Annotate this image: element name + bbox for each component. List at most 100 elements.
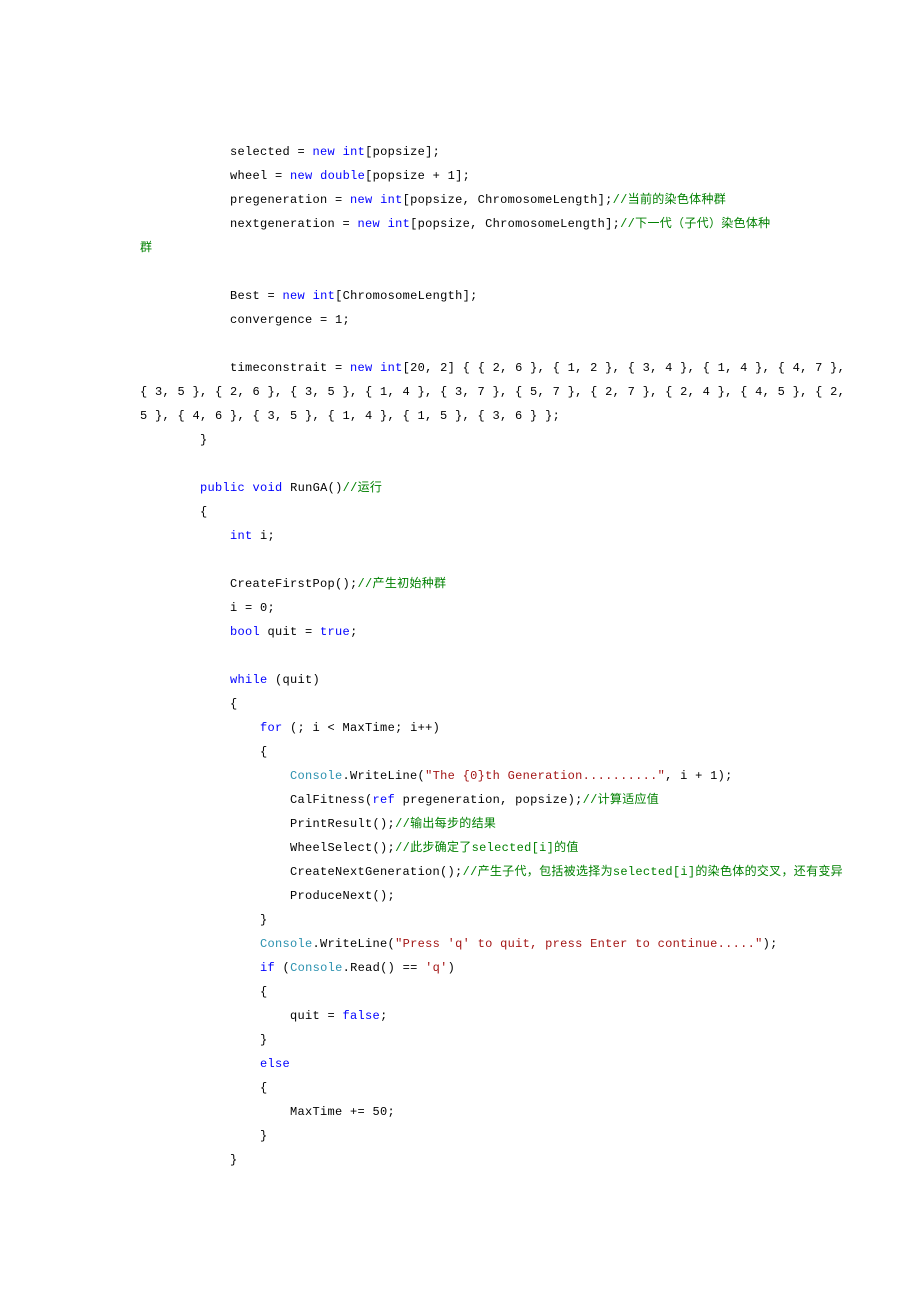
keyword-new: new	[313, 145, 336, 159]
code-text: }	[140, 1153, 238, 1167]
code-block-wrapped: CreateNextGeneration();//产生子代，包括被选择为sele…	[0, 860, 920, 884]
code-text	[140, 937, 260, 951]
keyword-void: void	[253, 481, 283, 495]
code-text: }	[140, 1033, 268, 1047]
code-text: }	[140, 433, 208, 447]
keyword-int: int	[343, 145, 366, 159]
code-text: {	[140, 697, 238, 711]
code-text: CreateFirstPop();	[140, 577, 358, 591]
code-text: (; i < MaxTime; i++)	[283, 721, 441, 735]
code-text	[373, 361, 381, 375]
code-text: pregeneration, popsize);	[395, 793, 583, 807]
keyword-else: else	[260, 1057, 290, 1071]
code-text	[313, 169, 321, 183]
code-text: }	[140, 1129, 268, 1143]
keyword-int: int	[388, 217, 411, 231]
code-block: selected = new int[popsize]; wheel = new…	[0, 140, 920, 356]
code-text	[305, 289, 313, 303]
code-text: i = 0;	[140, 601, 275, 615]
code-block: ProduceNext(); } Console.WriteLine("Pres…	[0, 884, 920, 1172]
code-text: .WriteLine(	[313, 937, 396, 951]
code-text: [popsize, ChromosomeLength];	[410, 217, 620, 231]
code-text: [popsize];	[365, 145, 440, 159]
code-text	[140, 769, 290, 783]
keyword-int: int	[230, 529, 253, 543]
code-text: selected =	[140, 145, 313, 159]
code-text: (	[275, 961, 290, 975]
code-text: CreateNextGeneration();	[140, 865, 463, 879]
keyword-new: new	[358, 217, 381, 231]
code-text: MaxTime += 50;	[140, 1105, 395, 1119]
code-text: PrintResult();	[140, 817, 395, 831]
keyword-ref: ref	[373, 793, 396, 807]
code-text: {	[140, 1081, 268, 1095]
keyword-if: if	[260, 961, 275, 975]
keyword-new: new	[350, 193, 373, 207]
keyword-int: int	[380, 193, 403, 207]
document-page: selected = new int[popsize]; wheel = new…	[0, 0, 920, 1302]
code-text: CalFitness(	[140, 793, 373, 807]
code-text: ;	[380, 1009, 388, 1023]
code-text: {	[140, 505, 208, 519]
code-text: pregeneration =	[140, 193, 350, 207]
blank-line	[140, 337, 148, 351]
code-text: Best =	[140, 289, 283, 303]
code-text: convergence = 1;	[140, 313, 350, 327]
code-text: WheelSelect();	[140, 841, 395, 855]
comment: //当前的染色体种群	[613, 193, 726, 207]
comment: //计算适应值	[583, 793, 660, 807]
keyword-bool: bool	[230, 625, 260, 639]
code-text	[140, 961, 260, 975]
code-text: timeconstrait =	[140, 361, 350, 375]
keyword-false: false	[343, 1009, 381, 1023]
code-text: ProduceNext();	[140, 889, 395, 903]
keyword-for: for	[260, 721, 283, 735]
code-text: .Read() ==	[343, 961, 426, 975]
code-text	[380, 217, 388, 231]
keyword-public: public	[200, 481, 245, 495]
code-text: [popsize + 1];	[365, 169, 470, 183]
code-text: {	[140, 985, 268, 999]
code-text	[140, 673, 230, 687]
comment: //输出每步的结果	[395, 817, 496, 831]
code-text	[140, 481, 200, 495]
type-console: Console	[290, 961, 343, 975]
code-text: quit =	[260, 625, 320, 639]
blank-line	[140, 649, 148, 663]
code-text	[245, 481, 253, 495]
keyword-int: int	[313, 289, 336, 303]
code-text: wheel =	[140, 169, 290, 183]
string-literal: "The {0}th Generation.........."	[425, 769, 665, 783]
type-console: Console	[260, 937, 313, 951]
code-text: i;	[253, 529, 276, 543]
code-text	[335, 145, 343, 159]
char-literal: 'q'	[425, 961, 448, 975]
keyword-true: true	[320, 625, 350, 639]
code-text: RunGA()	[283, 481, 343, 495]
code-text: {	[140, 745, 268, 759]
comment: //产生初始种群	[358, 577, 447, 591]
code-text: (quit)	[268, 673, 321, 687]
code-text: quit =	[140, 1009, 343, 1023]
code-text: }	[140, 913, 268, 927]
comment: //运行	[343, 481, 383, 495]
code-text	[373, 193, 381, 207]
code-text	[140, 529, 230, 543]
keyword-new: new	[283, 289, 306, 303]
code-text: nextgeneration =	[140, 217, 358, 231]
comment: //产生子代，包括被选择为selected[i]的染色体的交叉，还有变异	[463, 865, 843, 879]
string-literal: "Press 'q' to quit, press Enter to conti…	[395, 937, 763, 951]
comment: //此步确定了selected[i]的值	[395, 841, 579, 855]
blank-line	[140, 265, 148, 279]
code-text: );	[763, 937, 778, 951]
code-block: } public void RunGA()//运行 { int i; Creat…	[0, 428, 920, 860]
code-text	[140, 625, 230, 639]
code-text: , i + 1);	[665, 769, 733, 783]
keyword-int: int	[380, 361, 403, 375]
type-console: Console	[290, 769, 343, 783]
code-text: )	[448, 961, 456, 975]
code-text	[140, 1057, 260, 1071]
keyword-double: double	[320, 169, 365, 183]
keyword-new: new	[290, 169, 313, 183]
code-text: ;	[350, 625, 358, 639]
